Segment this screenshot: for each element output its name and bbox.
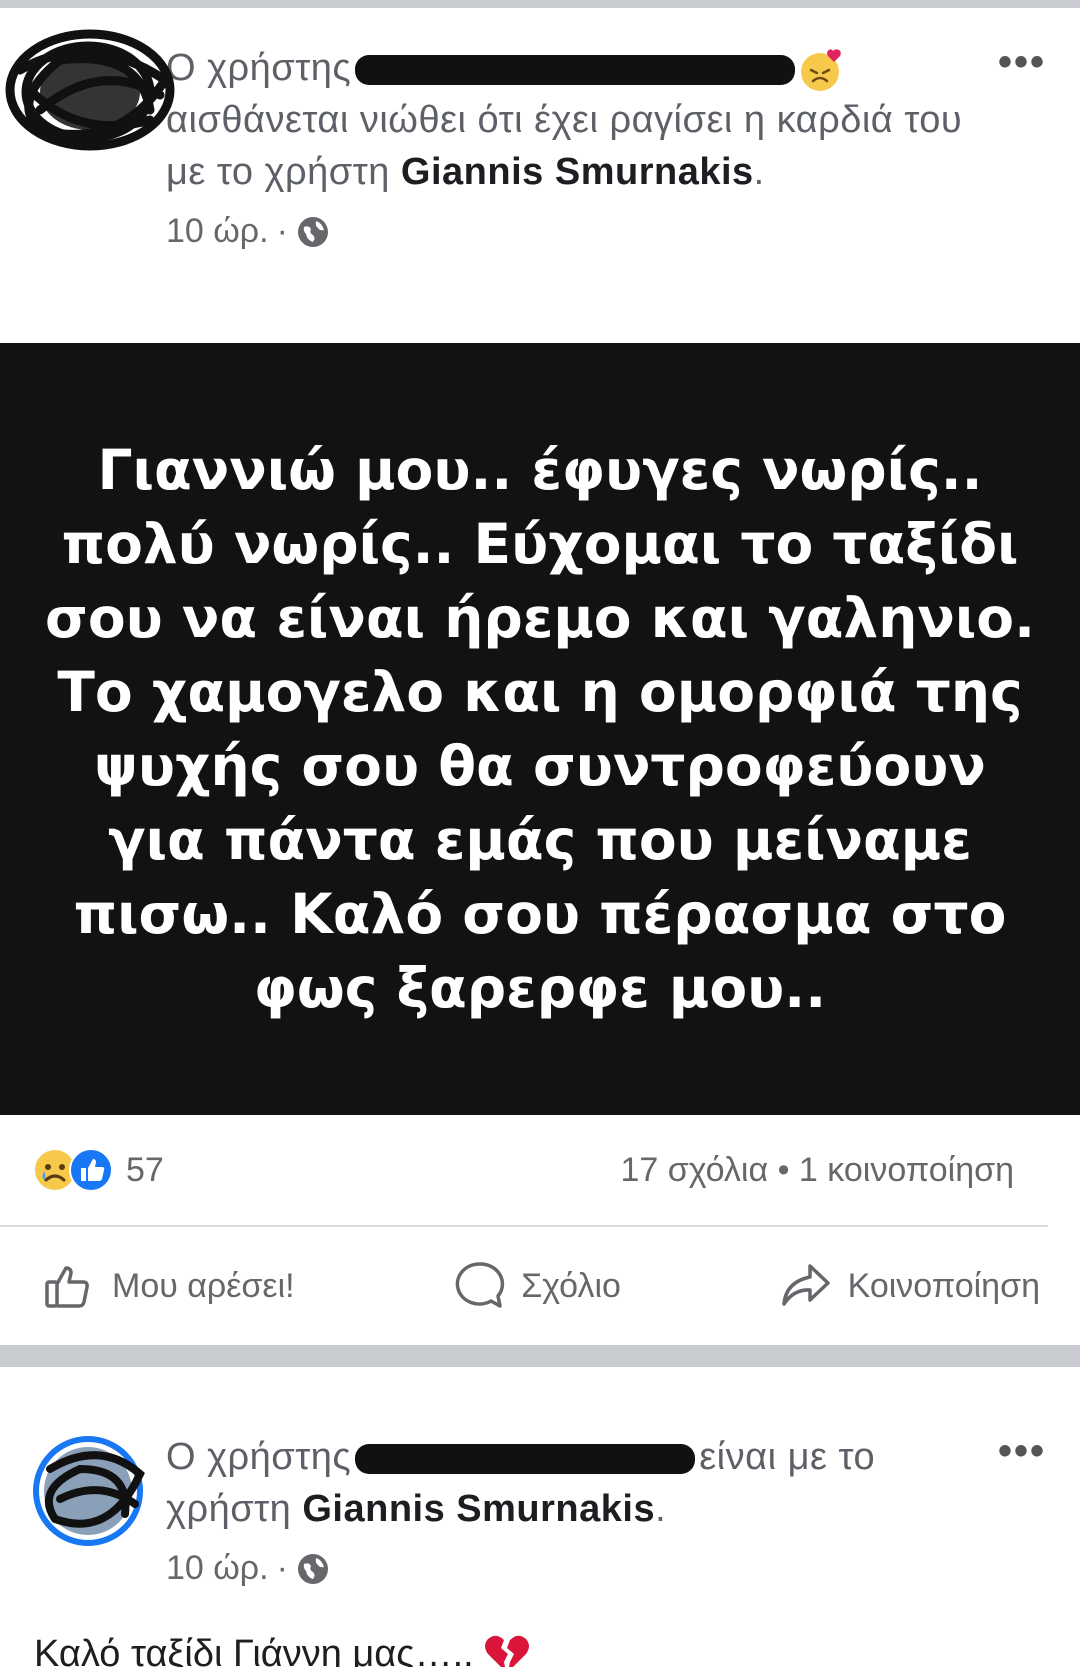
period: . [655, 1488, 667, 1530]
post-meta: 10 ώρ. · [166, 212, 1000, 251]
comments-count-link[interactable]: 17 σχόλια [620, 1151, 768, 1189]
comment-label: Σχόλιο [521, 1266, 621, 1305]
post-image-text-card[interactable]: Γιαννιώ μου.. έφυγες νωρίς.. πολύ νωρίς.… [0, 343, 1080, 1115]
shares-count-link[interactable]: 1 κοινοποίηση [799, 1151, 1014, 1189]
share-arrow-icon [781, 1264, 830, 1306]
post2-header-text: Ο χρήστης είναι με το χρήστη Giannis Smur… [166, 1431, 1000, 1535]
like-reaction-icon [69, 1148, 113, 1192]
meta-separator: · [276, 1549, 288, 1587]
comments-shares-summary: 17 σχόλια • 1 κοινοποίηση [620, 1151, 1014, 1190]
post-header-text: Ο χρήστης αισθάνεται νιώθει ότι έχει ραγ… [166, 42, 1000, 198]
post-header: Ο χρήστης αισθάνεται νιώθει ότι έχει ραγ… [0, 8, 1080, 308]
timestamp[interactable]: 10 ώρ. [166, 212, 269, 251]
share-label: Κοινοποίηση [847, 1266, 1040, 1305]
post-2: Ο χρήστης είναι με το χρήστη Giannis Smur… [0, 1367, 1080, 1667]
thumbs-up-icon [45, 1266, 89, 1308]
tagged-user-link[interactable]: Giannis Smurnakis [302, 1488, 655, 1530]
author-prefix: Ο χρήστης [166, 47, 352, 89]
heartbroken-face-icon [801, 49, 842, 91]
more-options-icon[interactable]: ••• [998, 1431, 1046, 1471]
more-options-icon[interactable]: ••• [998, 42, 1046, 82]
comment-bubble-icon [455, 1262, 505, 1308]
comment-button[interactable]: Σχόλιο [451, 1258, 621, 1314]
post2-text: Καλό ταξίδι Γιάννη μας….. [34, 1632, 474, 1667]
globe-icon [297, 1553, 328, 1584]
post-actions: Μου αρέσει! Σχόλιο Κοινοποίηση [0, 1227, 1080, 1345]
share-button[interactable]: Κοινοποίηση [778, 1258, 1040, 1314]
posts-divider [0, 1345, 1080, 1367]
author-prefix: Ο χρήστης [166, 1436, 352, 1478]
post-1: Ο χρήστης αισθάνεται νιώθει ότι έχει ραγ… [0, 8, 1080, 1345]
stats-separator: • [777, 1150, 790, 1189]
reactions-summary[interactable]: 57 [32, 1147, 164, 1193]
redacted-author-name[interactable] [355, 1443, 696, 1474]
post2-header: Ο χρήστης είναι με το χρήστη Giannis Smur… [0, 1397, 1080, 1588]
globe-icon [297, 216, 328, 247]
broken-heart-icon [484, 1635, 529, 1667]
top-divider [0, 0, 1080, 8]
timestamp[interactable]: 10 ώρ. [166, 1549, 269, 1588]
post2-body: Καλό ταξίδι Γιάννη μας….. [0, 1588, 1080, 1667]
image-text: Γιαννιώ μου.. έφυγες νωρίς.. πολύ νωρίς.… [45, 438, 1035, 1020]
tagged-user-link[interactable]: Giannis Smurnakis [401, 151, 754, 193]
meta-separator: · [276, 212, 288, 250]
like-button[interactable]: Μου αρέσει! [42, 1258, 295, 1314]
redacted-avatar[interactable] [0, 20, 185, 165]
like-label: Μου αρέσει! [112, 1266, 295, 1305]
reactions-count: 57 [126, 1150, 164, 1189]
post2-meta: 10 ώρ. · [166, 1549, 1000, 1588]
post-stats: 57 17 σχόλια • 1 κοινοποίηση [0, 1115, 1048, 1227]
reaction-icons [32, 1147, 114, 1193]
redacted-author-name[interactable] [355, 54, 796, 85]
period: . [753, 151, 765, 193]
